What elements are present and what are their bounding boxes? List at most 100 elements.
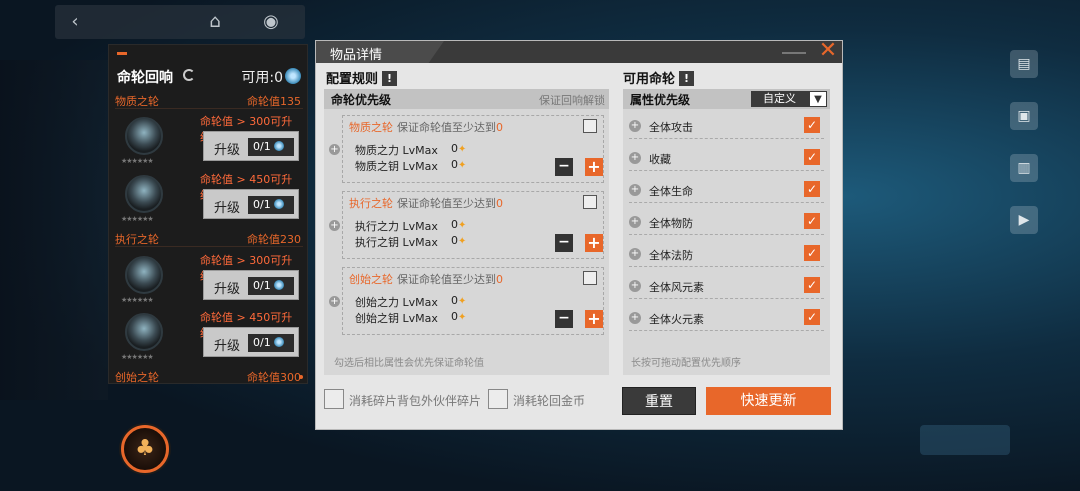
drag-handle-icon[interactable]: +: [629, 312, 641, 324]
spark-icon: ✦: [458, 220, 467, 231]
attribute-priority-title: 属性优先级: [630, 93, 691, 107]
bg-icon-3: ▥: [1010, 154, 1038, 182]
wheel-item: ★★★★★★ 命轮值 > 300可升级 升级 0/1: [115, 252, 303, 308]
attribute-label: 全体法防: [649, 249, 693, 262]
close-icon[interactable]: ✕: [816, 39, 840, 63]
option-checkbox[interactable]: [488, 389, 508, 409]
drag-handle-icon[interactable]: +: [629, 280, 641, 292]
section-value: 命轮值135: [247, 95, 301, 108]
attribute-label: 全体火元素: [649, 313, 704, 326]
attribute-label: 全体物防: [649, 217, 693, 230]
attribute-checkbox[interactable]: ✓: [804, 117, 820, 133]
spark-icon: ✦: [458, 312, 467, 323]
available-count: 可用:0: [241, 70, 283, 86]
section-value: 命轮值300: [247, 371, 301, 384]
drag-handle-icon[interactable]: +: [629, 184, 641, 196]
wheel-priority-title: 命轮优先级: [331, 93, 392, 107]
tree-emblem-button[interactable]: ♣: [121, 425, 169, 473]
rule-head: 物质之轮 保证命轮值至少达到0: [349, 121, 503, 134]
refresh-icon[interactable]: [183, 69, 195, 81]
rule-row: 物质之钥 LvMax 0✦: [355, 158, 467, 173]
dropdown-value: 自定义: [763, 92, 796, 105]
drag-handle-icon[interactable]: +: [629, 216, 641, 228]
increase-button[interactable]: +: [585, 158, 603, 176]
spark-icon: ✦: [458, 296, 467, 307]
attribute-row[interactable]: + 全体法防 ✓: [629, 243, 824, 267]
priority-mode-dropdown[interactable]: 自定义 ▼: [751, 91, 827, 107]
attribute-checkbox[interactable]: ✓: [804, 181, 820, 197]
rule-head: 创始之轮 保证命轮值至少达到0: [349, 273, 503, 286]
attribute-checkbox[interactable]: ✓: [804, 277, 820, 293]
attribute-row[interactable]: + 全体风元素 ✓: [629, 275, 824, 299]
decrease-button[interactable]: −: [555, 310, 573, 328]
drag-handle-icon[interactable]: +: [629, 120, 641, 132]
attribute-checkbox[interactable]: ✓: [804, 245, 820, 261]
rule-row: 执行之钥 LvMax 0✦: [355, 234, 467, 249]
section-material-wheel: 物质之轮 命轮值135: [115, 93, 303, 109]
section-name: 执行之轮: [115, 233, 159, 246]
guarantee-checkbox[interactable]: [583, 195, 597, 209]
spark-icon: ✦: [458, 144, 467, 155]
available-wheels-heading: 可用命轮!: [623, 68, 695, 87]
upgrade-count: 0/1: [248, 277, 294, 295]
background-bottom-button: [920, 425, 1010, 455]
attribute-checkbox[interactable]: ✓: [804, 213, 820, 229]
dialog-titlebar: 物品详情 ✕: [316, 39, 842, 63]
spark-icon: ✦: [458, 236, 467, 247]
upgrade-label: 升级: [214, 143, 241, 158]
expand-icon[interactable]: +: [329, 144, 340, 155]
drag-handle-icon[interactable]: +: [629, 152, 641, 164]
attribute-row[interactable]: + 全体攻击 ✓: [629, 115, 824, 139]
home-icon: ⌂: [209, 11, 221, 32]
guarantee-checkbox[interactable]: [583, 271, 597, 285]
attribute-priority-header: 属性优先级 自定义 ▼: [623, 89, 830, 109]
attribute-checkbox[interactable]: ✓: [804, 309, 820, 325]
upgrade-count: 0/1: [248, 196, 294, 214]
info-icon[interactable]: !: [382, 71, 398, 86]
info-icon[interactable]: !: [679, 71, 695, 86]
decrease-button[interactable]: −: [555, 158, 573, 176]
available-wheels-title: 可用命轮: [623, 72, 676, 87]
gem-icon: [285, 68, 301, 84]
section-name: 创始之轮: [115, 371, 159, 384]
option-checkbox[interactable]: [324, 389, 344, 409]
item-details-dialog: 物品详情 ✕ 配置规则! 可用命轮! 命轮优先级 保证回响解锁 物质之轮 保证命轮…: [315, 39, 843, 430]
titlebar-decoration: [782, 52, 806, 54]
upgrade-button[interactable]: 升级 0/1: [203, 131, 299, 161]
quick-update-button[interactable]: 快速更新: [706, 387, 831, 415]
chevron-down-icon: ▼: [809, 91, 827, 107]
upgrade-button[interactable]: 升级 0/1: [203, 189, 299, 219]
decrease-button[interactable]: −: [555, 234, 573, 252]
expand-icon[interactable]: +: [329, 296, 340, 307]
bg-icon-1: ▤: [1010, 50, 1038, 78]
attribute-label: 全体生命: [649, 185, 693, 198]
option-label: 消耗轮回金币: [513, 394, 586, 408]
increase-button[interactable]: +: [585, 234, 603, 252]
increase-button[interactable]: +: [585, 310, 603, 328]
gem-icon: [274, 141, 285, 151]
rule-execution-wheel: 执行之轮 保证命轮值至少达到0 + 执行之力 LvMax 0✦ 执行之钥 LvMax…: [329, 191, 604, 259]
rule-row: 物质之力 LvMax 0✦: [355, 142, 467, 157]
attribute-checkbox[interactable]: ✓: [804, 149, 820, 165]
upgrade-label: 升级: [214, 282, 241, 297]
expand-icon[interactable]: +: [329, 220, 340, 231]
wheel-emblem-icon: [125, 256, 163, 294]
rule-row: 创始之钥 LvMax 0✦: [355, 310, 467, 325]
upgrade-button[interactable]: 升级 0/1: [203, 327, 299, 357]
attribute-row[interactable]: + 收藏 ✓: [629, 147, 824, 171]
guarantee-checkbox[interactable]: [583, 119, 597, 133]
attribute-row[interactable]: + 全体火元素 ✓: [629, 307, 824, 331]
reset-button[interactable]: 重置: [622, 387, 696, 415]
bg-play-icon: ▶: [1010, 206, 1038, 234]
attribute-row[interactable]: + 全体物防 ✓: [629, 211, 824, 235]
option-label: 消耗碎片背包外伙伴碎片: [349, 394, 482, 408]
gem-icon: [274, 337, 285, 347]
attribute-row[interactable]: + 全体生命 ✓: [629, 179, 824, 203]
upgrade-count: 0/1: [248, 138, 294, 156]
attribute-label: 收藏: [649, 153, 671, 166]
drag-handle-icon[interactable]: +: [629, 248, 641, 260]
upgrade-button[interactable]: 升级 0/1: [203, 270, 299, 300]
section-creation-wheel: 创始之轮 命轮值300: [115, 369, 303, 384]
attribute-label: 全体攻击: [649, 121, 693, 134]
star-rating: ★★★★★★: [121, 353, 154, 361]
